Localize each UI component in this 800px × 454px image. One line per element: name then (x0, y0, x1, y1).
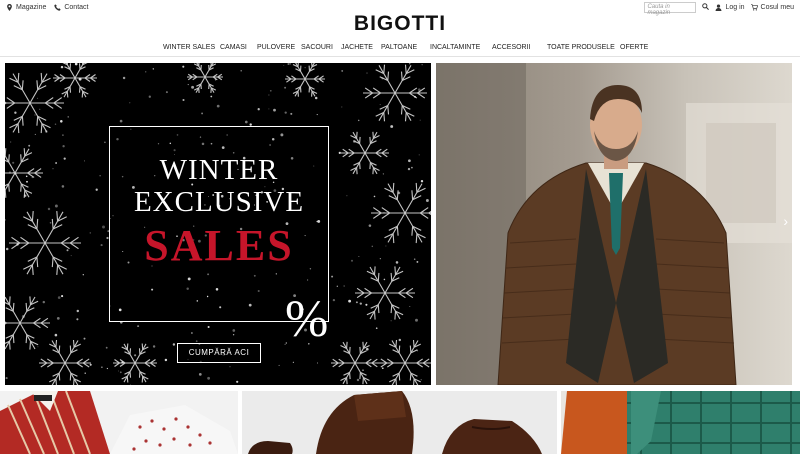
jackets-image (561, 391, 800, 454)
top-right-actions: Cauta in magazin Log in Cosul meu (644, 2, 794, 16)
nav-item-pulovere[interactable]: PULOVERE (257, 44, 295, 51)
nav-item-toate-produsele[interactable]: TOATE PRODUSELE (547, 44, 615, 51)
cart-icon (750, 4, 758, 11)
search-icon (702, 3, 710, 10)
nav-item-sacouri[interactable]: SACOURI (301, 44, 333, 51)
banner-line-sales: SALES (144, 221, 294, 270)
main-nav: WINTER SALES CAMASI PULOVERE SACOURI JAC… (0, 41, 800, 57)
cart-label: Cosul meu (760, 4, 794, 11)
brand-logo[interactable]: BIGOTTI (347, 13, 453, 34)
nav-item-paltoane[interactable]: PALTOANE (381, 44, 417, 51)
search-input[interactable]: Cauta in magazin (644, 2, 697, 16)
shirts-image (0, 391, 238, 454)
phone-icon (54, 4, 62, 11)
contact-link[interactable]: Contact (54, 4, 88, 11)
banner-line-exclusive: EXCLUSIVE (133, 186, 305, 218)
carousel-next-icon[interactable]: › (783, 213, 788, 229)
top-left-links: Magazine Contact (6, 4, 88, 11)
contact-link-label: Contact (64, 4, 89, 11)
map-marker-icon (7, 4, 12, 11)
nav-item-incaltaminte[interactable]: INCALTAMINTE (430, 44, 480, 51)
search-button[interactable] (702, 3, 710, 12)
winter-sales-banner[interactable]: WINTER EXCLUSIVE SALES % CUMPĂRĂ ACI (5, 63, 431, 385)
nav-item-camasi[interactable]: CAMASI (220, 44, 247, 51)
nav-item-winter-sales[interactable]: WINTER SALES (163, 44, 215, 51)
store-link-label: Magazine (16, 4, 47, 11)
model-illustration (436, 63, 792, 385)
cart-link[interactable]: Cosul meu (750, 4, 794, 11)
banner-line-winter: WINTER (159, 154, 279, 186)
top-bar: Magazine Contact BIGOTTI Cauta in magazi… (0, 0, 800, 40)
hero-model-photo[interactable]: › (436, 63, 792, 385)
percent-symbol: % (285, 291, 329, 348)
login-label: Log in (725, 4, 745, 11)
category-tile-shirts[interactable] (0, 391, 238, 454)
category-tile-shoes[interactable] (242, 391, 557, 454)
store-link[interactable]: Magazine (6, 4, 46, 11)
category-tile-jackets[interactable] (561, 391, 800, 454)
user-icon (716, 4, 722, 11)
login-link[interactable]: Log in (715, 4, 745, 11)
shoes-image (248, 391, 542, 454)
nav-item-accesorii[interactable]: ACCESORII (492, 44, 531, 51)
shop-now-button[interactable]: CUMPĂRĂ ACI (177, 343, 261, 363)
nav-item-jachete[interactable]: JACHETE (341, 44, 373, 51)
nav-item-oferte[interactable]: OFERTE (620, 44, 648, 51)
